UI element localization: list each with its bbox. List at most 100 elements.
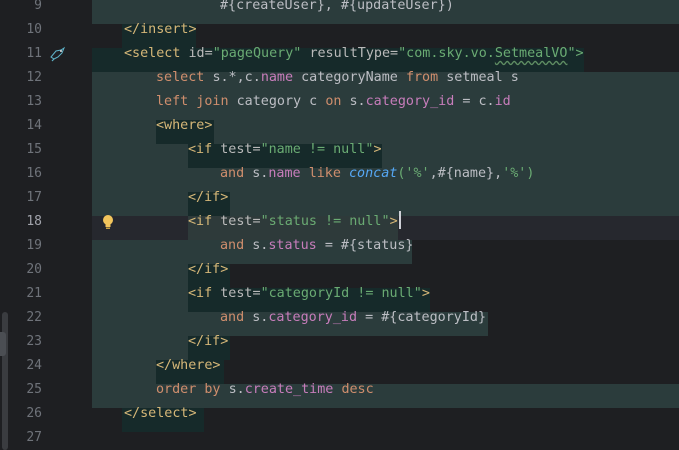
left-tool-strip — [0, 0, 10, 450]
code-line-14[interactable]: <where> — [156, 114, 212, 138]
highlight-band — [92, 144, 188, 168]
code-text: = #{categoryId} — [365, 310, 487, 325]
line-number: 10 — [26, 22, 42, 37]
code-text: = #{status} — [324, 238, 414, 253]
collapse-handle[interactable] — [0, 332, 6, 356]
sql-field: create_time — [244, 382, 334, 397]
xml-attr-value: "status != null" — [260, 214, 390, 229]
xml-attr-value: "com.sky.vo. — [398, 46, 495, 61]
sql-keyword: select — [156, 70, 205, 85]
xml-attribute: test= — [220, 142, 261, 157]
line-number: 13 — [26, 94, 42, 109]
code-line-12[interactable]: select s.*,c.name categoryName from setm… — [156, 66, 519, 90]
sql-field: status — [268, 238, 317, 253]
lightbulb-icon[interactable] — [99, 213, 117, 231]
xml-attribute: test= — [220, 286, 261, 301]
xml-tag: </if> — [188, 334, 229, 349]
sql-field: name — [268, 166, 301, 181]
line-number: 25 — [26, 382, 42, 397]
sql-field: id — [494, 94, 511, 109]
sql-keyword: from — [405, 70, 439, 85]
code-line-10[interactable]: </insert> — [124, 18, 197, 42]
code-text: setmeal s — [446, 70, 519, 85]
code-line-15[interactable]: <if test="name != null"> — [188, 138, 382, 162]
code-line-13[interactable]: left join category c on s.category_id = … — [156, 90, 511, 114]
sql-field: name — [260, 70, 294, 85]
code-line-20[interactable]: </if> — [188, 258, 228, 282]
code-line-21[interactable]: <if test="categoryId != null"> — [188, 282, 430, 306]
code-editor[interactable]: 9 10 11 12 13 14 15 16 17 18 19 20 21 22… — [0, 0, 679, 450]
code-text: s. — [349, 94, 366, 109]
line-number: 24 — [26, 358, 42, 373]
line-number: 19 — [26, 238, 42, 253]
line-number: 20 — [26, 262, 42, 277]
highlight-band — [92, 360, 156, 384]
line-number: 14 — [26, 118, 42, 133]
xml-attr-value: "> — [567, 46, 584, 61]
highlight-band — [92, 312, 188, 336]
line-number: 12 — [26, 70, 42, 85]
code-line-22[interactable]: and s.category_id = #{categoryId} — [220, 306, 486, 330]
xml-attr-value: "categoryId != null" — [260, 286, 422, 301]
xml-tag: > — [421, 286, 430, 301]
line-number: 26 — [26, 406, 42, 421]
line-number: 27 — [26, 430, 42, 445]
code-line-19[interactable]: and s.status = #{status} — [220, 234, 414, 258]
code-text: s. — [252, 166, 269, 181]
sql-string: ('%' — [397, 166, 430, 181]
code-line-16[interactable]: and s.name like concat('%',#{name},'%') — [220, 162, 534, 186]
sql-field: category_id — [365, 94, 455, 109]
sql-keyword: and — [220, 238, 245, 253]
code-text: s.*,c. — [212, 70, 261, 85]
sql-keyword: order by — [156, 382, 221, 397]
highlight-band — [92, 240, 188, 264]
line-number: 15 — [26, 142, 42, 157]
code-text: category c — [236, 94, 318, 109]
code-text: categoryName — [301, 70, 398, 85]
sql-field: category_id — [268, 310, 358, 325]
xml-tag: <if — [188, 286, 213, 301]
code-line-25[interactable]: order by s.create_time desc — [156, 378, 374, 402]
xml-attr-value: "name != null" — [260, 142, 374, 157]
xml-tag: <where> — [156, 118, 213, 133]
xml-tag: </where> — [156, 358, 221, 373]
text-caret — [398, 211, 401, 229]
xml-tag: </select> — [124, 406, 197, 421]
sql-keyword: like — [308, 166, 341, 181]
code-line-9[interactable]: #{createUser}, #{updateUser}) — [220, 0, 454, 18]
sql-keyword: desc — [341, 382, 374, 397]
line-number: 16 — [26, 166, 42, 181]
code-line-24[interactable]: </where> — [156, 354, 221, 378]
code-text: #{createUser}, #{updateUser}) — [220, 0, 454, 13]
code-text: = c. — [462, 94, 495, 109]
sql-keyword: on — [325, 94, 342, 109]
code-line-18[interactable]: <if test="status != null"> — [188, 210, 401, 234]
xml-attr-value: "pageQuery" — [212, 46, 302, 61]
code-line-17[interactable]: </if> — [188, 186, 228, 210]
line-number: 11 — [26, 46, 42, 61]
line-number: 21 — [26, 286, 42, 301]
line-number-current: 18 — [26, 214, 42, 229]
xml-tag: > — [373, 142, 382, 157]
sql-keyword: and — [220, 166, 245, 181]
xml-attr-value-class: SetmealVO — [494, 46, 568, 61]
line-number: 23 — [26, 334, 42, 349]
code-text: s. — [252, 238, 269, 253]
code-text: s. — [228, 382, 245, 397]
xml-attribute: resultType= — [309, 46, 399, 61]
code-line-26[interactable]: </select> — [124, 402, 197, 426]
sql-string: '%') — [502, 166, 535, 181]
line-number: 17 — [26, 190, 42, 205]
xml-attribute: id= — [188, 46, 213, 61]
line-number: 22 — [26, 310, 42, 325]
sql-keyword: left join — [156, 94, 229, 109]
sql-keyword: and — [220, 310, 245, 325]
xml-attribute: test= — [220, 214, 261, 229]
sql-function: concat — [349, 166, 398, 181]
xml-tag: <if — [188, 214, 213, 229]
mybatis-bird-icon[interactable] — [48, 45, 66, 63]
code-text: ,#{name}, — [429, 166, 503, 181]
code-line-11[interactable]: <select id="pageQuery" resultType="com.s… — [124, 42, 584, 66]
code-line-23[interactable]: </if> — [188, 330, 228, 354]
xml-tag: </if> — [188, 262, 229, 277]
